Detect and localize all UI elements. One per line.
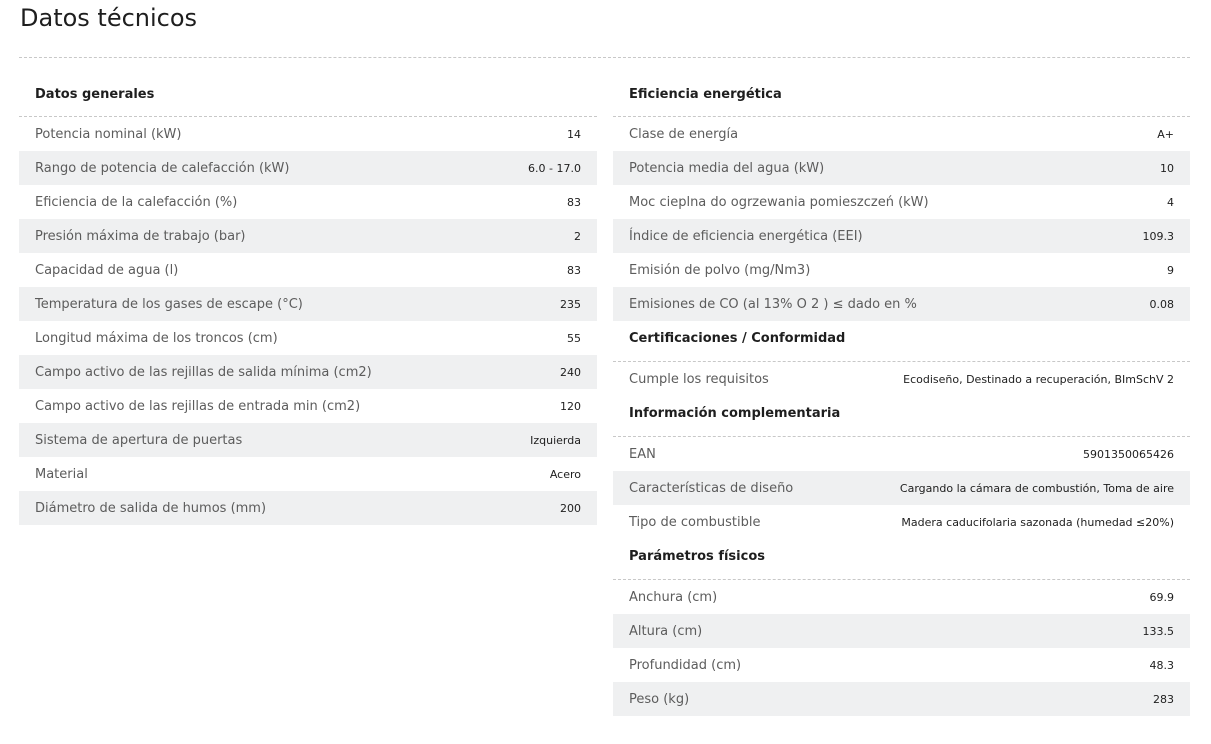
spec-label: Índice de eficiencia energética (EEI) [629, 228, 863, 244]
section-physical-parameters: Parámetros físicos Anchura (cm) 69.9 Altu… [613, 539, 1190, 716]
spec-label: Diámetro de salida de humos (mm) [35, 500, 267, 516]
spec-value: Izquierda [530, 433, 581, 447]
spec-value: 10 [1160, 161, 1174, 175]
spec-value: 283 [1153, 692, 1174, 706]
spec-row: Moc cieplna do ogrzewania pomieszczeń (k… [613, 185, 1190, 219]
spec-label: Campo activo de las rejillas de entrada … [35, 398, 361, 414]
spec-label: Potencia nominal (kW) [35, 126, 182, 142]
spec-row: Eficiencia de la calefacción (%) 83 [19, 185, 597, 219]
spec-value: 200 [560, 501, 581, 515]
spec-value: A+ [1157, 127, 1174, 141]
spec-row: Cumple los requisitos Ecodiseño, Destinad… [613, 362, 1190, 396]
spec-row: Características de diseño Cargando la cám… [613, 471, 1190, 505]
title-divider [19, 57, 1190, 58]
spec-row: Sistema de apertura de puertas Izquierda [19, 423, 597, 457]
spec-value: Madera caducifolaria sazonada (humedad ≤… [901, 515, 1174, 529]
spec-value: 83 [567, 263, 581, 277]
section-heading: Parámetros físicos [613, 539, 1190, 580]
spec-label: Tipo de combustible [629, 514, 761, 530]
section-heading: Certificaciones / Conformidad [613, 321, 1190, 362]
spec-label: Cumple los requisitos [629, 371, 769, 387]
spec-label: Emisiones de CO (al 13% O 2 ) ≤ dado en … [629, 296, 917, 312]
spec-value: 133.5 [1142, 624, 1175, 638]
section-certifications: Certificaciones / Conformidad Cumple los… [613, 321, 1190, 396]
spec-row: Diámetro de salida de humos (mm) 200 [19, 491, 597, 525]
spec-row: Campo activo de las rejillas de entrada … [19, 389, 597, 423]
spec-row: Potencia nominal (kW) 14 [19, 117, 597, 151]
spec-row: Profundidad (cm) 48.3 [613, 648, 1190, 682]
spec-row: Peso (kg) 283 [613, 682, 1190, 716]
spec-value: Ecodiseño, Destinado a recuperación, BIm… [903, 372, 1174, 386]
spec-value: 2 [574, 229, 581, 243]
spec-label: Sistema de apertura de puertas [35, 432, 243, 448]
spec-label: Moc cieplna do ogrzewania pomieszczeń (k… [629, 194, 929, 210]
spec-label: Eficiencia de la calefacción (%) [35, 194, 238, 210]
spec-label: Rango de potencia de calefacción (kW) [35, 160, 290, 176]
spec-row: Rango de potencia de calefacción (kW) 6.0… [19, 151, 597, 185]
section-heading: Eficiencia energética [613, 77, 1190, 117]
spec-row: Presión máxima de trabajo (bar) 2 [19, 219, 597, 253]
spec-row: Tipo de combustible Madera caducifolaria … [613, 505, 1190, 539]
section-general-data: Datos generales Potencia nominal (kW) 14 … [19, 77, 597, 525]
spec-value: 109.3 [1142, 229, 1175, 243]
spec-row: Clase de energía A+ [613, 117, 1190, 151]
spec-value: 9 [1167, 263, 1174, 277]
spec-label: Temperatura de los gases de escape (°C) [35, 296, 303, 312]
spec-value: 69.9 [1149, 590, 1175, 604]
spec-label: Longitud máxima de los troncos (cm) [35, 330, 278, 346]
spec-label: Anchura (cm) [629, 589, 718, 605]
spec-row: Índice de eficiencia energética (EEI) 109… [613, 219, 1190, 253]
spec-row: Anchura (cm) 69.9 [613, 580, 1190, 614]
spec-label: Potencia media del agua (kW) [629, 160, 825, 176]
section-heading: Información complementaria [613, 396, 1190, 437]
spec-label: Presión máxima de trabajo (bar) [35, 228, 246, 244]
spec-value: 83 [567, 195, 581, 209]
right-column: Eficiencia energética Clase de energía A+… [613, 77, 1190, 716]
spec-label: Campo activo de las rejillas de salida m… [35, 364, 372, 380]
spec-label: Peso (kg) [629, 691, 690, 707]
spec-row: Material Acero [19, 457, 597, 491]
technical-data-page: Datos técnicos Datos generales Potencia … [0, 0, 1211, 744]
spec-label: Capacidad de agua (l) [35, 262, 179, 278]
spec-value: 0.08 [1149, 297, 1175, 311]
spec-row: Longitud máxima de los troncos (cm) 55 [19, 321, 597, 355]
spec-value: 14 [567, 127, 581, 141]
section-additional-info: Información complementaria EAN 5901350065… [613, 396, 1190, 539]
spec-row: Emisión de polvo (mg/Nm3) 9 [613, 253, 1190, 287]
spec-value: 6.0 - 17.0 [528, 161, 581, 175]
spec-value: Acero [549, 467, 581, 481]
spec-row: Temperatura de los gases de escape (°C) 2… [19, 287, 597, 321]
spec-row: Emisiones de CO (al 13% O 2 ) ≤ dado en … [613, 287, 1190, 321]
spec-label: Clase de energía [629, 126, 739, 142]
spec-value: 235 [560, 297, 581, 311]
page-title: Datos técnicos [20, 4, 198, 32]
spec-row: Campo activo de las rejillas de salida m… [19, 355, 597, 389]
spec-value: 55 [567, 331, 581, 345]
spec-row: EAN 5901350065426 [613, 437, 1190, 471]
spec-value: 4 [1167, 195, 1174, 209]
spec-value: Cargando la cámara de combustión, Toma d… [899, 481, 1174, 495]
spec-label: Altura (cm) [629, 623, 703, 639]
left-column: Datos generales Potencia nominal (kW) 14 … [19, 77, 597, 525]
spec-label: Material [35, 466, 88, 482]
spec-label: Características de diseño [629, 480, 794, 496]
spec-label: Profundidad (cm) [629, 657, 742, 673]
spec-label: Emisión de polvo (mg/Nm3) [629, 262, 811, 278]
spec-row: Potencia media del agua (kW) 10 [613, 151, 1190, 185]
spec-label: EAN [629, 446, 656, 462]
spec-row: Capacidad de agua (l) 83 [19, 253, 597, 287]
spec-value: 240 [560, 365, 581, 379]
spec-value: 48.3 [1149, 658, 1175, 672]
section-heading: Datos generales [19, 77, 597, 117]
spec-value: 120 [560, 399, 581, 413]
spec-row: Altura (cm) 133.5 [613, 614, 1190, 648]
section-energy-efficiency: Eficiencia energética Clase de energía A+… [613, 77, 1190, 321]
spec-value: 5901350065426 [1083, 447, 1174, 461]
